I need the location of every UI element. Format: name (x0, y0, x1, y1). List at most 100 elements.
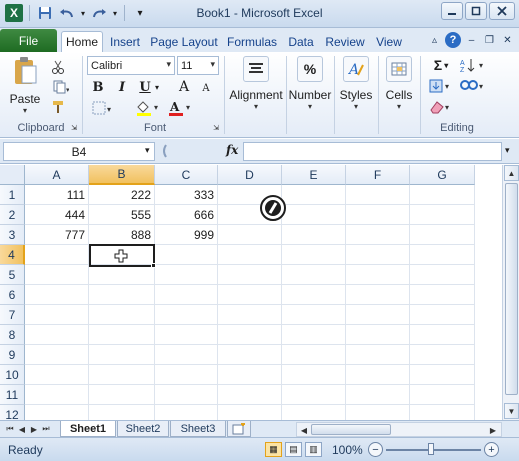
cell-d11[interactable] (218, 385, 282, 405)
cell-b10[interactable] (89, 365, 155, 385)
paste-button[interactable]: Paste ▾ (8, 56, 42, 115)
underline-button[interactable]: U (137, 79, 153, 95)
cell-d6[interactable] (218, 285, 282, 305)
cell-a5[interactable] (25, 265, 89, 285)
cell-d10[interactable] (218, 365, 282, 385)
workbook-minimize-icon[interactable]: – (464, 33, 479, 48)
cut-icon[interactable] (48, 58, 68, 76)
cell-d3[interactable] (218, 225, 282, 245)
cell-f1[interactable] (346, 185, 410, 205)
cell-d12[interactable] (218, 405, 282, 420)
cell-a1[interactable]: 111 (25, 185, 89, 205)
font-size-dropdown-icon[interactable]: ▾ (210, 59, 215, 70)
styles-dropdown-icon[interactable]: ▾ (354, 102, 358, 111)
alignment-dropdown-icon[interactable]: ▾ (254, 102, 258, 111)
cell-a3[interactable]: 777 (25, 225, 89, 245)
cell-f11[interactable] (346, 385, 410, 405)
page-layout-view-icon[interactable]: ▤ (285, 442, 302, 457)
cell-b3[interactable]: 888 (89, 225, 155, 245)
copy-icon[interactable]: ▾ (48, 78, 74, 96)
sheet-tab-sheet1[interactable]: Sheet1 (60, 421, 116, 437)
tab-formulas[interactable]: Formulas (224, 31, 280, 52)
cell-f9[interactable] (346, 345, 410, 365)
row-header-8[interactable]: 8 (0, 325, 25, 345)
column-header-e[interactable]: E (282, 165, 346, 185)
underline-dropdown-icon[interactable]: ▾ (153, 81, 161, 93)
alignment-button[interactable]: Alignment ▾ (228, 56, 284, 111)
cell-e4[interactable] (282, 245, 346, 265)
cell-e11[interactable] (282, 385, 346, 405)
cell-d8[interactable] (218, 325, 282, 345)
cell-e2[interactable] (282, 205, 346, 225)
cells-button[interactable]: Cells ▾ (380, 56, 418, 111)
cell-d7[interactable] (218, 305, 282, 325)
tab-insert[interactable]: Insert (106, 31, 144, 52)
font-name-dropdown-icon[interactable]: ▾ (166, 59, 171, 70)
cell-e10[interactable] (282, 365, 346, 385)
cell-b5[interactable] (89, 265, 155, 285)
sheet-tab-sheet3[interactable]: Sheet3 (170, 421, 226, 437)
cell-c4[interactable] (155, 245, 218, 265)
row-header-2[interactable]: 2 (0, 205, 25, 225)
cell-b7[interactable] (89, 305, 155, 325)
tab-page-layout[interactable]: Page Layout (148, 31, 220, 52)
row-header-10[interactable]: 10 (0, 365, 25, 385)
formula-bar-resize-handle[interactable] (160, 143, 178, 159)
paste-dropdown-icon[interactable]: ▾ (23, 106, 27, 115)
name-box-dropdown-icon[interactable]: ▾ (145, 145, 150, 156)
font-size-combobox[interactable]: 11 ▾ (177, 56, 219, 75)
italic-button[interactable]: I (114, 79, 130, 95)
column-header-d[interactable]: D (218, 165, 282, 185)
cell-c5[interactable] (155, 265, 218, 285)
cell-g5[interactable] (410, 265, 475, 285)
cell-b2[interactable]: 555 (89, 205, 155, 225)
formula-input[interactable] (243, 142, 502, 161)
column-header-g[interactable]: G (410, 165, 475, 185)
cell-g7[interactable] (410, 305, 475, 325)
cell-e1[interactable] (282, 185, 346, 205)
cell-c6[interactable] (155, 285, 218, 305)
row-header-12[interactable]: 12 (0, 405, 25, 420)
row-header-3[interactable]: 3 (0, 225, 25, 245)
column-header-b[interactable]: B (89, 165, 155, 185)
fill-button[interactable]: ▾ (428, 77, 454, 95)
cell-b6[interactable] (89, 285, 155, 305)
zoom-in-button[interactable]: + (484, 442, 499, 457)
scroll-right-icon[interactable]: ▶ (487, 424, 499, 436)
cell-a7[interactable] (25, 305, 89, 325)
tab-view[interactable]: View (372, 31, 406, 52)
cell-e7[interactable] (282, 305, 346, 325)
scroll-left-icon[interactable]: ◀ (298, 424, 310, 436)
page-break-view-icon[interactable]: ▥ (305, 442, 322, 457)
cell-g2[interactable] (410, 205, 475, 225)
minimize-button[interactable] (441, 2, 463, 20)
clipboard-launcher-icon[interactable]: ⇲ (70, 124, 78, 132)
cell-g11[interactable] (410, 385, 475, 405)
cell-g1[interactable] (410, 185, 475, 205)
row-header-6[interactable]: 6 (0, 285, 25, 305)
font-launcher-icon[interactable]: ⇲ (212, 124, 220, 132)
row-header-4[interactable]: 4 (0, 245, 25, 265)
normal-view-icon[interactable]: ▦ (265, 442, 282, 457)
cell-c10[interactable] (155, 365, 218, 385)
column-header-c[interactable]: C (155, 165, 218, 185)
cell-e6[interactable] (282, 285, 346, 305)
shrink-font-button[interactable]: A (198, 81, 214, 95)
cell-f5[interactable] (346, 265, 410, 285)
number-button[interactable]: % Number ▾ (288, 56, 332, 111)
close-button[interactable] (489, 2, 515, 20)
cell-f3[interactable] (346, 225, 410, 245)
cell-c1[interactable]: 333 (155, 185, 218, 205)
cell-d4[interactable] (218, 245, 282, 265)
fill-color-button[interactable]: ▾ (134, 99, 162, 117)
cell-b1[interactable]: 222 (89, 185, 155, 205)
cell-a12[interactable] (25, 405, 89, 420)
cell-g6[interactable] (410, 285, 475, 305)
cell-c2[interactable]: 666 (155, 205, 218, 225)
cell-f2[interactable] (346, 205, 410, 225)
cell-f6[interactable] (346, 285, 410, 305)
scroll-up-icon[interactable]: ▲ (504, 165, 519, 181)
bold-button[interactable]: B (90, 79, 106, 95)
cell-f4[interactable] (346, 245, 410, 265)
row-header-11[interactable]: 11 (0, 385, 25, 405)
